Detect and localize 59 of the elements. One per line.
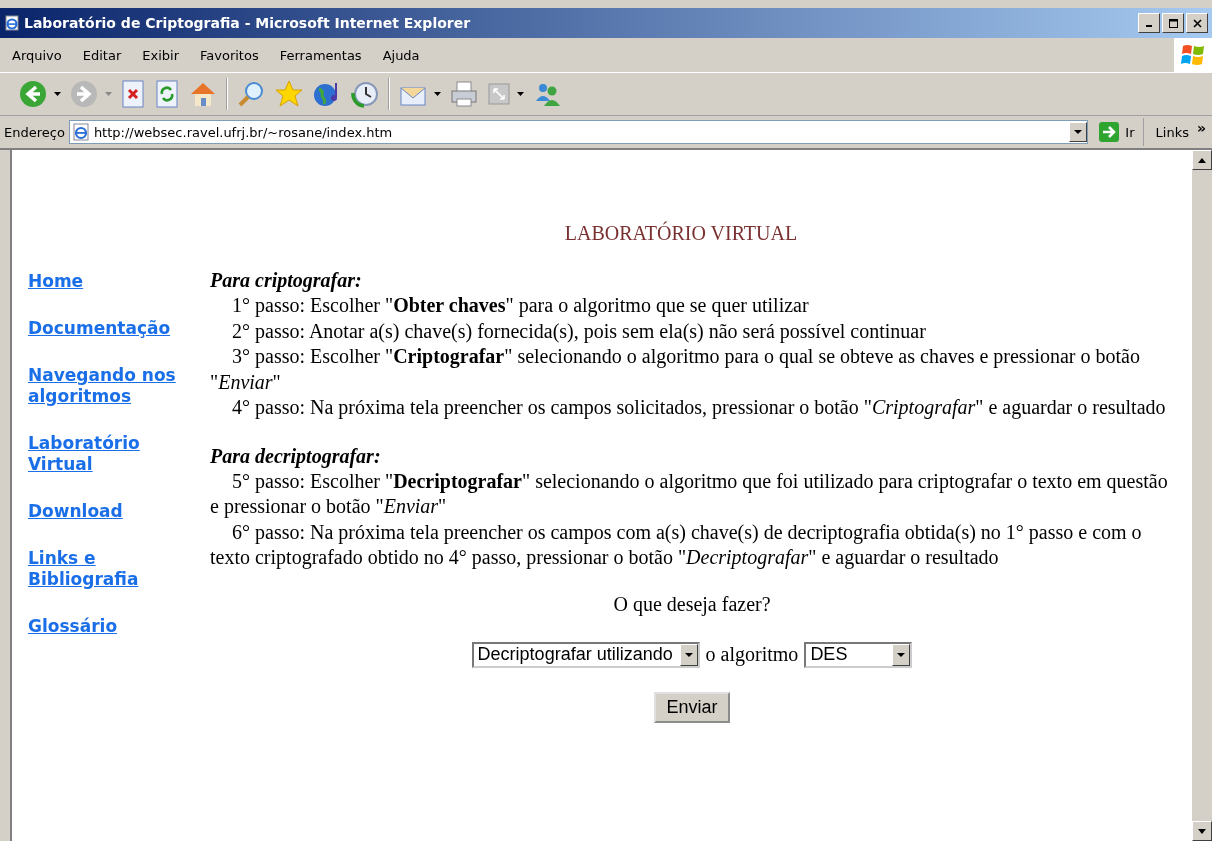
dropdown-arrow-icon[interactable] — [517, 92, 524, 96]
menu-item[interactable]: Ferramentas — [267, 47, 371, 63]
nav-link[interactable]: Navegando nos algoritmos — [28, 365, 178, 407]
page-heading: LABORATÓRIO VIRTUAL — [563, 222, 799, 245]
links-button[interactable]: Links — [1147, 124, 1189, 140]
back-icon[interactable] — [18, 79, 48, 109]
windows-logo-icon — [1180, 43, 1206, 67]
printer-icon[interactable] — [449, 79, 479, 109]
page-icon — [71, 123, 90, 141]
caret-icon — [897, 652, 906, 657]
step-text: 6° passo: Na próxima tela preencher os campos com a(s) chave(s) de decriptografia obtida(s) no 1° passo e com o texto criptografado obtido no 4° passo, pressionar o botão "Decriptografar" e aguardar o resultado — [210, 519, 1143, 571]
minimize-button[interactable] — [1138, 13, 1160, 33]
action-select[interactable]: Decriptografar utilizando — [471, 641, 700, 668]
menu-item[interactable]: Arquivo — [0, 47, 71, 63]
nav-link[interactable]: Home — [28, 271, 178, 292]
dropdown-arrow-icon[interactable] — [434, 92, 441, 96]
nav-link[interactable]: Documentação — [28, 318, 178, 339]
section-title: Para decriptografar: — [210, 443, 382, 469]
address-field[interactable]: http://websec.ravel.ufrj.br/~rosane/index.htm — [68, 120, 1089, 144]
history-icon[interactable] — [350, 79, 380, 109]
maximize-icon — [1168, 18, 1178, 28]
step-text: 5° passo: Escolher "Decriptografar" selecionando o algoritmo que foi utilizado para criptografar o texto em questão e pressionar o botão "Enviar" — [210, 468, 1169, 520]
caret-icon — [1074, 130, 1083, 134]
nav-link[interactable]: Download — [28, 501, 178, 522]
address-label: Endereço — [4, 124, 65, 140]
star-icon[interactable] — [274, 79, 304, 109]
stop-icon[interactable] — [120, 80, 146, 108]
question-text: O que deseja fazer? — [612, 592, 772, 616]
scrollbar[interactable] — [1192, 150, 1212, 841]
close-button[interactable] — [1186, 13, 1208, 33]
step-text: 4° passo: Na próxima tela preencher os campos solicitados, pressionar o botão "Criptografar" e aguardar o resultado — [231, 395, 1167, 421]
maximize-button[interactable] — [1162, 13, 1184, 33]
step-text: 2° passo: Anotar a(s) chave(s) fornecida(s), pois sem ela(s) não será possível continuar — [231, 318, 927, 344]
step-text: 3° passo: Escolher "Criptografar" selecionando o algoritmo para o qual se obteve as chaves e pressionar o botão "Enviar" — [210, 344, 1141, 395]
algorithm-select[interactable]: DES — [804, 641, 913, 668]
go-button[interactable]: Ir — [1092, 118, 1144, 146]
menu-item[interactable]: Exibir — [130, 47, 188, 63]
submit-button[interactable]: Enviar — [654, 691, 730, 723]
nav-link[interactable]: Links e Bibliografia — [28, 548, 178, 590]
menu-item[interactable]: Editar — [70, 47, 131, 63]
nav-link[interactable]: Laboratório Virtual — [28, 433, 178, 475]
close-icon — [1192, 18, 1202, 28]
search-icon[interactable] — [236, 79, 266, 109]
menu-item[interactable]: Favoritos — [188, 47, 268, 63]
step-text: 1° passo: Escolher "Obter chaves" para o algoritmo que se quer utilizar — [231, 293, 810, 319]
nav-link[interactable]: Glossário — [28, 616, 178, 637]
menu-item[interactable]: Ajuda — [370, 47, 429, 63]
refresh-icon[interactable] — [154, 80, 180, 108]
browser-icon — [4, 15, 20, 31]
more-button[interactable]: » — [1192, 120, 1212, 144]
section-title: Para criptografar: — [210, 268, 363, 293]
scroll-down-icon[interactable] — [1198, 828, 1206, 834]
dropdown-arrow-icon[interactable] — [54, 92, 61, 96]
window-title: Laboratório de Criptografia - Microsoft Internet Explorer — [24, 15, 472, 31]
dropdown-button[interactable] — [1069, 122, 1088, 142]
minimize-icon — [1146, 25, 1152, 27]
scroll-up-icon[interactable] — [1198, 157, 1206, 163]
caret-icon — [684, 652, 693, 657]
connector-text: o algoritmo — [705, 643, 799, 666]
